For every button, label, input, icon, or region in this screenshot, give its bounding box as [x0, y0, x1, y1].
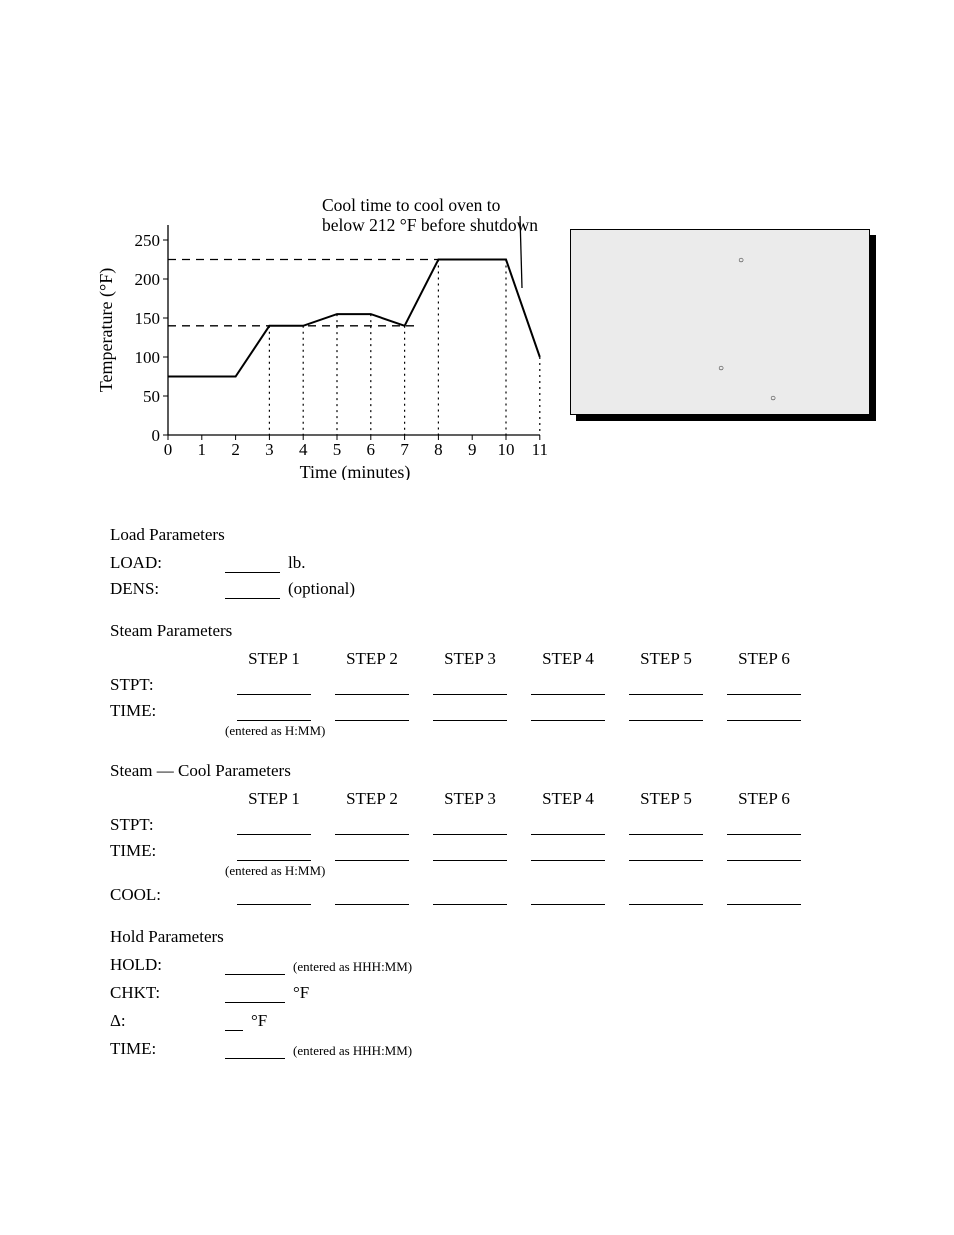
- steam-stpt-2[interactable]: [335, 677, 409, 695]
- hold-label: HOLD:: [110, 955, 225, 975]
- steam-stpt-1[interactable]: [237, 677, 311, 695]
- section-title-steam: Steam Parameters: [110, 621, 870, 641]
- steam-cool-parameters-section: Steam — Cool Parameters STEP 1 STEP 2 ST…: [110, 761, 870, 905]
- sc-stpt-5[interactable]: [629, 817, 703, 835]
- svg-text:100: 100: [135, 348, 161, 367]
- steam-parameters-section: Steam Parameters STEP 1 STEP 2 STEP 3 ST…: [110, 621, 870, 739]
- sc-cool-6[interactable]: [727, 887, 801, 905]
- steam-time-2[interactable]: [335, 703, 409, 721]
- steam-time-5[interactable]: [629, 703, 703, 721]
- sc-time-note: (entered as H:MM): [225, 863, 870, 879]
- sc-time-1[interactable]: [237, 843, 311, 861]
- step-header: STEP 1: [225, 649, 323, 669]
- sc-stpt-4[interactable]: [531, 817, 605, 835]
- chkt-unit: °F: [293, 983, 309, 1003]
- temperature-chart: 0 50 100 150 200 250 0 1 2 3 4 5 6 7 8 9 10 11 Time…: [90, 180, 550, 480]
- svg-text:Temperature (°F): Temperature (°F): [96, 268, 117, 392]
- steam-stpt-5[interactable]: [629, 677, 703, 695]
- steam-stpt-4[interactable]: [531, 677, 605, 695]
- steam-stpt-3[interactable]: [433, 677, 507, 695]
- sc-cool-4[interactable]: [531, 887, 605, 905]
- sc-stpt-2[interactable]: [335, 817, 409, 835]
- steam-time-note: (entered as H:MM): [225, 723, 870, 739]
- sc-time-label: TIME:: [110, 841, 225, 861]
- load-input[interactable]: [225, 555, 280, 573]
- sc-stpt-label: STPT:: [110, 815, 225, 835]
- sc-cool-2[interactable]: [335, 887, 409, 905]
- svg-text:50: 50: [143, 387, 160, 406]
- steam-time-3[interactable]: [433, 703, 507, 721]
- svg-text:Time (minutes): Time (minutes): [300, 462, 411, 480]
- load-unit: lb.: [288, 553, 305, 573]
- sc-time-6[interactable]: [727, 843, 801, 861]
- steam-stpt-6[interactable]: [727, 677, 801, 695]
- section-title-steam-cool: Steam — Cool Parameters: [110, 761, 870, 781]
- hold-input[interactable]: [225, 957, 285, 975]
- load-label: LOAD:: [110, 553, 225, 573]
- sc-time-5[interactable]: [629, 843, 703, 861]
- dens-label: DENS:: [110, 579, 225, 599]
- svg-text:9: 9: [468, 440, 477, 459]
- svg-text:3: 3: [265, 440, 274, 459]
- sc-stpt-1[interactable]: [237, 817, 311, 835]
- svg-text:7: 7: [400, 440, 409, 459]
- hold-time-label: TIME:: [110, 1039, 225, 1059]
- sc-cool-3[interactable]: [433, 887, 507, 905]
- svg-text:11: 11: [532, 440, 548, 459]
- sc-cool-label: COOL:: [110, 885, 225, 905]
- section-title-hold: Hold Parameters: [110, 927, 870, 947]
- side-panel: ○ ○ ○: [570, 229, 870, 415]
- section-title-load: Load Parameters: [110, 525, 870, 545]
- svg-text:2: 2: [231, 440, 240, 459]
- svg-text:6: 6: [367, 440, 376, 459]
- steam-time-4[interactable]: [531, 703, 605, 721]
- svg-text:0: 0: [164, 440, 173, 459]
- svg-text:0: 0: [152, 426, 161, 445]
- delta-input[interactable]: [225, 1013, 243, 1031]
- svg-text:250: 250: [135, 231, 161, 250]
- hold-time-note: (entered as HHH:MM): [293, 1043, 412, 1059]
- svg-text:5: 5: [333, 440, 342, 459]
- svg-text:10: 10: [498, 440, 515, 459]
- sc-stpt-3[interactable]: [433, 817, 507, 835]
- sc-cool-5[interactable]: [629, 887, 703, 905]
- svg-text:4: 4: [299, 440, 308, 459]
- delta-label: Δ:: [110, 1011, 225, 1031]
- sc-time-3[interactable]: [433, 843, 507, 861]
- svg-text:150: 150: [135, 309, 161, 328]
- hold-note: (entered as HHH:MM): [293, 959, 412, 975]
- chkt-input[interactable]: [225, 985, 285, 1003]
- dens-input[interactable]: [225, 581, 280, 599]
- hold-parameters-section: Hold Parameters HOLD: (entered as HHH:MM…: [110, 927, 870, 1059]
- svg-text:1: 1: [198, 440, 207, 459]
- steam-time-1[interactable]: [237, 703, 311, 721]
- sc-time-4[interactable]: [531, 843, 605, 861]
- svg-text:8: 8: [434, 440, 443, 459]
- steam-time-6[interactable]: [727, 703, 801, 721]
- dens-note: (optional): [288, 579, 355, 599]
- sc-time-2[interactable]: [335, 843, 409, 861]
- delta-unit: °F: [251, 1011, 267, 1031]
- sc-stpt-6[interactable]: [727, 817, 801, 835]
- hold-time-input[interactable]: [225, 1041, 285, 1059]
- sc-cool-1[interactable]: [237, 887, 311, 905]
- chkt-label: CHKT:: [110, 983, 225, 1003]
- svg-text:200: 200: [135, 270, 161, 289]
- load-parameters-section: Load Parameters LOAD: lb. DENS: (optiona…: [110, 525, 870, 599]
- steam-stpt-label: STPT:: [110, 675, 225, 695]
- steam-time-label: TIME:: [110, 701, 225, 721]
